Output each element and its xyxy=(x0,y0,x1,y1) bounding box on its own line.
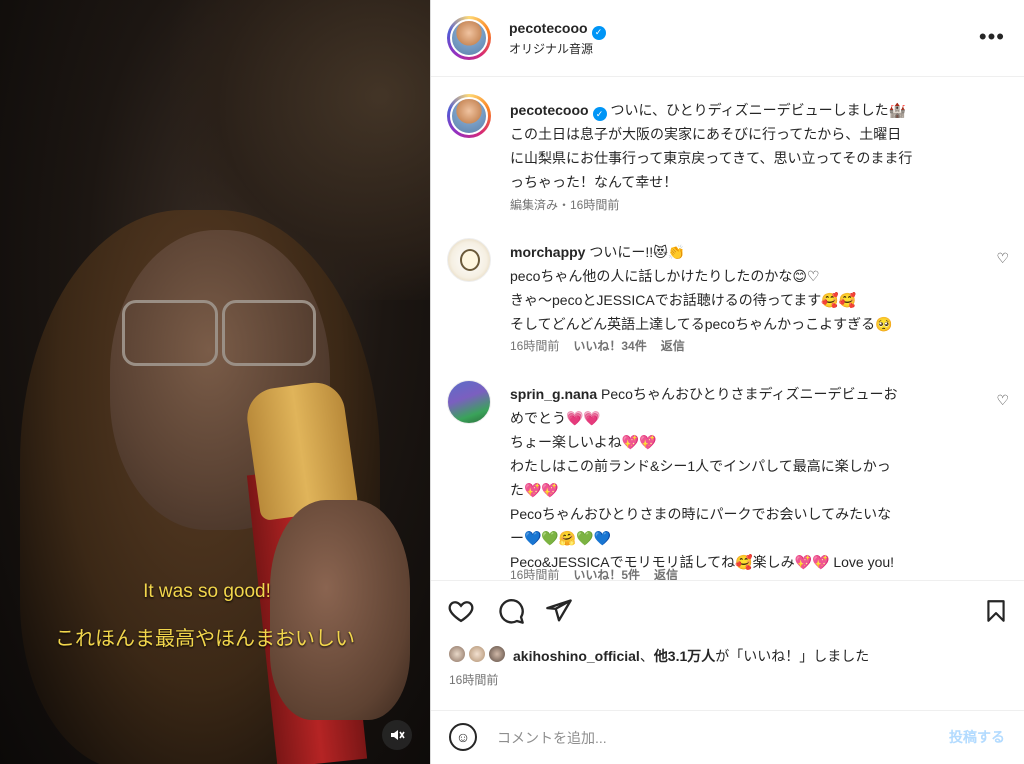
comment-bubble-icon[interactable] xyxy=(497,597,525,625)
glasses-right-lens xyxy=(222,300,316,366)
comment-meta: 16時間前 いいね！5件 返信 xyxy=(510,566,692,580)
comments-section[interactable]: pecotecooo ✓ ついに、ひとりディズニーデビューしました🏰 この土日は息… xyxy=(431,78,1024,580)
comment-item: sprin_g.nana Pecoちゃんおひとりさまディズニーデビューお めでと… xyxy=(510,382,990,574)
comment-meta: 16時間前 いいね！34件 返信 xyxy=(510,337,699,354)
comment-line: わたしはこの前ランド&シー1人でインパして最高に楽しかっ xyxy=(510,458,891,474)
video-caption-japanese: これほんま最高やほんまおいしい xyxy=(55,628,355,650)
comment-line: Pecoちゃんおひとりさまディズニーデビューお xyxy=(601,386,898,402)
liker-avatar[interactable] xyxy=(487,644,507,664)
comment-line: pecoちゃん他の人に話しかけたりしたのかな😊♡ xyxy=(510,268,820,284)
comment-like-heart-icon[interactable]: ♡ xyxy=(996,250,1009,267)
reply-button[interactable]: 返信 xyxy=(654,568,678,580)
post-panel: pecotecooo ✓ オリジナル音源 ••• pecotecooo ✓ ついに、… xyxy=(430,0,1024,764)
verified-badge-icon: ✓ xyxy=(591,25,606,40)
caption-meta: 編集済み・16時間前 xyxy=(510,198,620,212)
comment-like-heart-icon[interactable]: ♡ xyxy=(996,392,1009,409)
author-username-row: pecotecooo ✓ xyxy=(509,20,606,40)
comment-line: Pecoちゃんおひとりさまの時にパークでお会いしてみたいな xyxy=(510,506,892,522)
comment-time: 16時間前 xyxy=(510,568,560,580)
comment-likes-count[interactable]: いいね！5件 xyxy=(573,568,640,580)
likes-separator: 、 xyxy=(639,648,654,664)
audio-label[interactable]: オリジナル音源 xyxy=(509,40,593,57)
likes-suffix: が「いいね！」しました xyxy=(715,648,870,664)
save-bookmark-icon[interactable] xyxy=(983,597,1009,625)
caption-line-2: この土日は息子が大阪の実家にあそびに行ってたから、土曜日 xyxy=(510,126,902,142)
reply-button[interactable]: 返信 xyxy=(661,339,685,353)
comment-line: そしてどんどん英語上達してるpecoちゃんかっこよすぎる🥺 xyxy=(510,316,893,332)
comment-likes-count[interactable]: いいね！34件 xyxy=(573,339,646,353)
post-header: pecotecooo ✓ オリジナル音源 ••• xyxy=(431,0,1024,77)
commenter-username[interactable]: sprin_g.nana xyxy=(510,386,597,402)
liker-account[interactable]: akihoshino_official xyxy=(513,648,640,664)
comment-line: めでとう💗💗 xyxy=(510,410,601,426)
likes-count[interactable]: 他3.1万人 xyxy=(654,648,715,664)
commenter-avatar[interactable] xyxy=(447,380,491,424)
comment-input[interactable] xyxy=(497,725,917,751)
caption-author-avatar[interactable] xyxy=(447,94,491,138)
glasses-left-lens xyxy=(122,300,218,366)
more-options-icon[interactable]: ••• xyxy=(979,26,1005,48)
commenter-username[interactable]: morchappy xyxy=(510,244,585,260)
author-username[interactable]: pecotecooo xyxy=(509,20,588,36)
comment-item: morchappy ついにー!!😻👏 pecoちゃん他の人に話しかけたりしたのか… xyxy=(510,240,990,336)
comment-line: ついにー!!😻👏 xyxy=(589,244,686,260)
comment-time: 16時間前 xyxy=(510,339,560,353)
volume-off-icon xyxy=(391,730,405,740)
caption-line-1: ついに、ひとりディズニーデビューしました🏰 xyxy=(610,102,907,118)
video-caption-english: It was so good! xyxy=(143,581,271,602)
emoji-smile-icon[interactable]: ☺ xyxy=(449,723,477,751)
author-avatar[interactable] xyxy=(447,16,491,60)
comment-line: きゃ〜pecoとJESSICAでお話聴けるの待ってます🥰🥰 xyxy=(510,292,857,308)
likes-summary[interactable]: akihoshino_official、他3.1万人が「いいね！」しました xyxy=(513,646,869,666)
caption-line-4: っちゃった！なんて幸せ！ xyxy=(510,174,678,190)
mute-button[interactable] xyxy=(382,720,412,750)
comment-line: た💖💖 xyxy=(510,482,559,498)
action-bar xyxy=(431,580,1024,710)
post-comment-button[interactable]: 投稿する xyxy=(949,727,1005,747)
post-timestamp[interactable]: 16時間前 xyxy=(449,671,498,688)
liker-avatar[interactable] xyxy=(447,644,467,664)
commenter-avatar[interactable] xyxy=(447,238,491,282)
like-heart-icon[interactable] xyxy=(447,597,475,625)
person-hand xyxy=(270,500,410,720)
share-paper-plane-icon[interactable] xyxy=(545,597,573,625)
comment-composer: ☺ 投稿する xyxy=(431,710,1024,764)
caption-line-3: に山梨県にお仕事行って東京戻ってきて、思い立ってそのまま行 xyxy=(510,150,913,166)
caption-username[interactable]: pecotecooo xyxy=(510,102,589,118)
comment-line: ー💙💚🤗💚💙 xyxy=(510,530,612,546)
comment-line: ちょー楽しいよね💖💖 xyxy=(510,434,657,450)
post-caption: pecotecooo ✓ ついに、ひとりディズニーデビューしました🏰 この土日は息… xyxy=(510,98,990,194)
video-player[interactable]: It was so good! これほんま最高やほんまおいしい xyxy=(0,0,430,764)
verified-badge-icon: ✓ xyxy=(592,107,607,121)
liker-avatar[interactable] xyxy=(467,644,487,664)
